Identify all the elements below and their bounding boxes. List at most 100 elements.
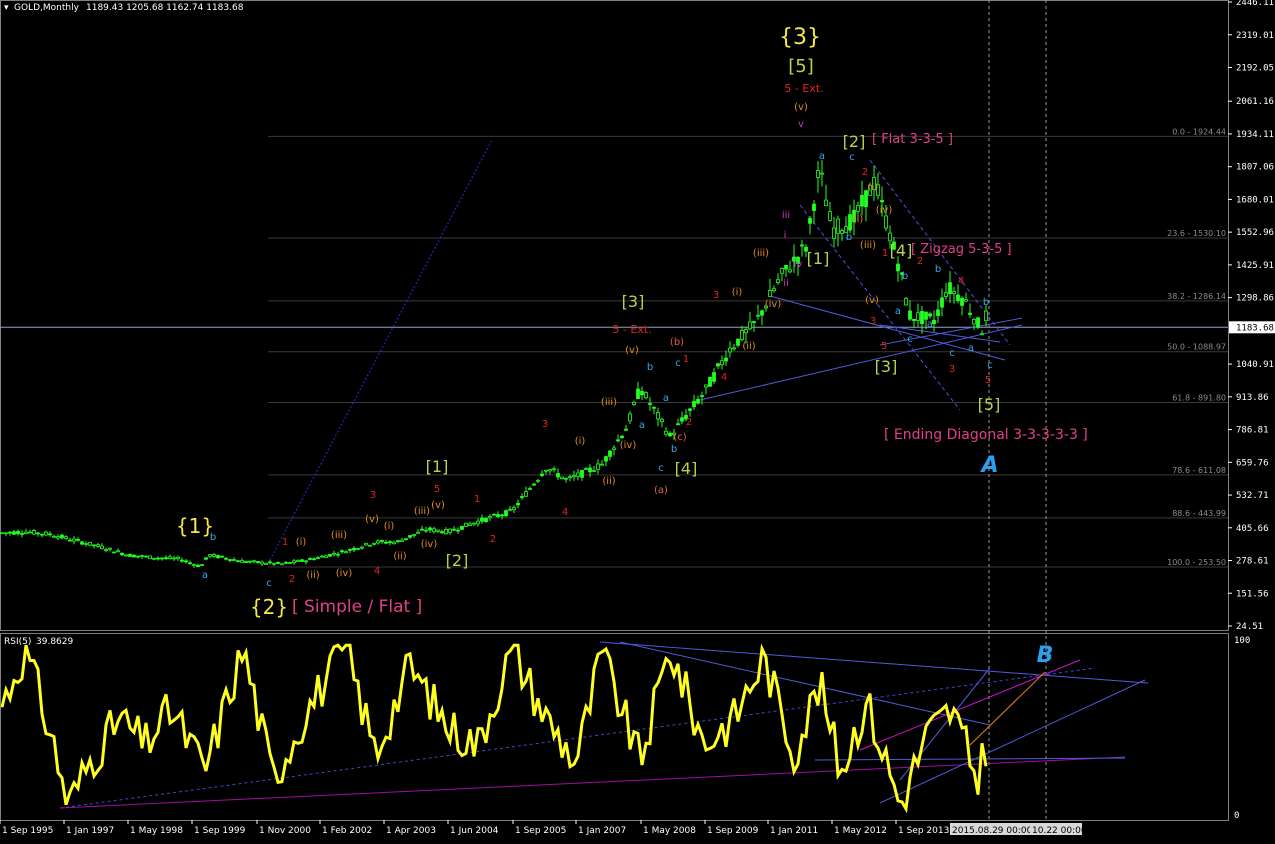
candle-body — [960, 297, 964, 306]
wave-label-c-2001: c — [266, 578, 272, 589]
candle-body — [756, 314, 760, 317]
chart-canvas[interactable]: 0.0 - 1924.44 23.6 - 1530.10 38.2 - 1286.1… — [0, 0, 1275, 844]
candle-body — [644, 392, 648, 399]
candle-body — [512, 507, 516, 511]
date-tick-label: 1 Apr 2003 — [386, 826, 436, 836]
annotation-zigzag: [ Zigzag 5-3-5 ] — [911, 242, 1012, 257]
candle-body — [372, 542, 376, 545]
wave-count-orange-0: (i) — [296, 537, 307, 548]
price-tick-label: 1040.91 — [1236, 360, 1274, 370]
candle-body — [720, 360, 724, 366]
wave-count-red-11: 1 — [683, 354, 689, 365]
candle-body — [68, 539, 72, 542]
date-tick-label: 1 May 2012 — [834, 826, 887, 836]
candle-body — [468, 523, 472, 526]
candle-body — [620, 435, 624, 439]
candle-body — [552, 468, 556, 471]
price-tick-label: 405.66 — [1236, 524, 1269, 534]
candle-body — [336, 553, 340, 556]
candle-body — [832, 227, 836, 239]
candle-body — [564, 477, 568, 480]
candle-body — [296, 560, 300, 563]
candle-body — [56, 536, 60, 539]
candle-body — [240, 560, 244, 563]
candle-body — [712, 372, 716, 382]
date-tick-label: 1 Sep 2013 — [898, 826, 949, 836]
candle-body — [216, 555, 220, 559]
candle-body — [220, 555, 224, 558]
current-price-label: 1183.68 — [1236, 323, 1274, 333]
candle-body — [180, 559, 184, 562]
candle-body — [184, 560, 188, 563]
candle-body — [640, 391, 644, 396]
candle-body — [972, 318, 976, 325]
wave-label-cycle-2: {2} — [250, 595, 288, 619]
candle-body — [568, 476, 572, 479]
candle-body — [540, 473, 544, 477]
candle-body — [652, 406, 656, 409]
candle-body — [808, 217, 812, 224]
date-tick-label: 1 Jan 2007 — [578, 826, 626, 836]
candle-body — [456, 529, 460, 532]
candle-body — [968, 312, 972, 315]
candle-body — [16, 531, 20, 535]
candle-body — [856, 205, 860, 212]
price-tick-label: 278.61 — [1236, 557, 1269, 567]
price-tick-label: 2319.01 — [1236, 31, 1274, 41]
wave-label-primary-4: [4] — [675, 459, 698, 478]
candle-body — [228, 559, 232, 561]
candle-body — [752, 321, 756, 323]
date-tick-label: 1 Feb 2002 — [322, 826, 372, 836]
wave-count-orange-21: (iv) — [876, 205, 893, 216]
fib-label-100.0: 100.0 - 253.50 — [1167, 558, 1226, 567]
candle-body — [168, 556, 172, 559]
date-tick-label: 1 Nov 2000 — [259, 826, 311, 836]
date-tick-label: 1 Sep 2005 — [515, 826, 566, 836]
wave-count-orange-20: (i) — [853, 214, 864, 225]
candle-body — [520, 496, 524, 498]
wave-count-red-12: 2 — [686, 417, 692, 428]
wave-count-red-2: 3 — [370, 490, 376, 501]
wave-count-red-8: 4 — [562, 507, 568, 518]
menu-arrow-icon[interactable]: ▾ — [4, 3, 9, 13]
candle-body — [432, 528, 436, 533]
candle-body — [88, 541, 92, 546]
price-tick-label: 1807.06 — [1236, 163, 1274, 173]
candle-body — [236, 560, 240, 563]
candle-body — [36, 532, 40, 535]
candle-body — [572, 475, 576, 478]
candle-body — [668, 432, 672, 437]
candle-body — [48, 533, 52, 536]
candle-body — [836, 218, 840, 234]
candle-body — [880, 200, 884, 203]
candle-body — [760, 310, 764, 316]
price-tick-label: 1934.11 — [1236, 130, 1274, 140]
candle-body — [392, 541, 396, 545]
wave-count-red-16: 5 — [881, 341, 887, 352]
candle-body — [280, 563, 284, 566]
wave-count-red-6: 2 — [490, 534, 496, 545]
candle-body — [612, 447, 616, 450]
wave-count-orange-1: (ii) — [306, 570, 319, 581]
candle-body — [532, 483, 536, 486]
candle-body — [964, 299, 968, 302]
candle-body — [332, 552, 336, 555]
wave-count-orange-23: (v) — [865, 295, 879, 306]
candle-body — [496, 514, 500, 517]
wave-label-b-1999: b — [210, 532, 216, 543]
candle-body — [580, 469, 584, 478]
candle-body — [384, 541, 388, 544]
candle-body — [688, 408, 692, 411]
wave-label-primary-5-top: [5] — [788, 56, 814, 77]
candle-body — [44, 531, 48, 536]
wave-count-cyan-7: c — [849, 152, 855, 163]
candle-body — [480, 517, 484, 522]
candle-body — [276, 561, 280, 564]
candle-body — [744, 329, 748, 334]
wave-count-red-10: 4 — [721, 372, 727, 383]
wave-label-primary-1: [1] — [426, 457, 449, 476]
wave-count-red-17: 2 — [917, 256, 923, 267]
candle-body — [444, 528, 448, 535]
candle-body — [824, 199, 828, 206]
wave-count-orange-11: (ii) — [602, 476, 615, 487]
